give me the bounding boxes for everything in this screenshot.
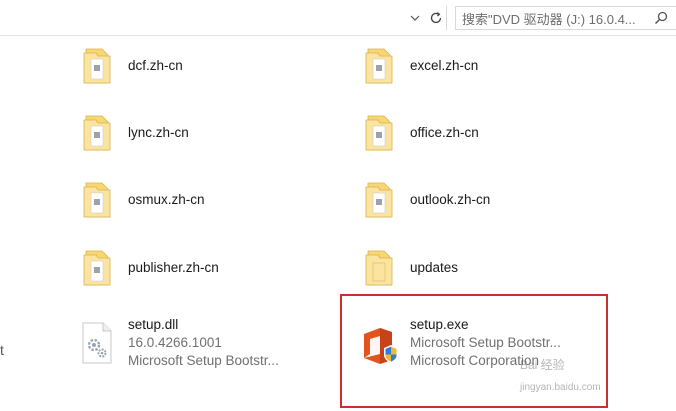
folder-icon [78,43,118,89]
item-description: Microsoft Setup Bootstr... [128,353,279,368]
search-placeholder: 搜索"DVD 驱动器 (J:) 16.0.4... [462,11,636,27]
navigation-pane-remnant: t [0,342,4,358]
item-name: osmux.zh-cn [128,192,205,207]
item-name: excel.zh-cn [410,58,479,73]
item-version: 16.0.4266.1001 [128,335,222,350]
folder-icon [360,43,400,89]
folder-item[interactable]: office.zh-cn [360,107,479,159]
folder-item[interactable]: osmux.zh-cn [78,174,205,226]
refresh-icon [430,12,441,24]
folder-item[interactable]: excel.zh-cn [360,40,478,92]
refresh-button[interactable] [425,6,447,30]
item-name: office.zh-cn [410,125,479,140]
folder-icon [360,245,400,291]
dll-file-icon [78,320,118,366]
address-history-dropdown[interactable] [406,8,424,28]
search-input[interactable]: 搜索"DVD 驱动器 (J:) 16.0.4... [455,6,676,30]
item-name: publisher.zh-cn [128,260,219,275]
item-name: setup.dll [128,317,179,332]
folder-item[interactable]: updates [360,242,458,294]
item-name: dcf.zh-cn [128,58,183,73]
folder-item[interactable]: publisher.zh-cn [78,242,219,294]
folder-item[interactable]: lync.zh-cn [78,107,189,159]
folder-item[interactable]: dcf.zh-cn [78,40,183,92]
folder-icon [78,245,118,291]
address-toolbar: 搜索"DVD 驱动器 (J:) 16.0.4... [0,0,676,36]
item-name: updates [410,260,459,275]
search-icon[interactable] [654,11,668,25]
chevron-down-icon [410,15,420,21]
folder-item[interactable]: outlook.zh-cn [360,174,490,226]
folder-icon [360,110,400,156]
item-name: outlook.zh-cn [410,192,491,207]
file-item-dll[interactable]: setup.dll 16.0.4266.1001 Microsoft Setup… [78,312,298,374]
folder-icon [360,177,400,223]
item-name: lync.zh-cn [128,125,189,140]
folder-icon [78,177,118,223]
folder-icon [78,110,118,156]
baidu-watermark-url: jingyan.baidu.com [520,382,601,393]
baidu-watermark: Bai 经验 [520,358,565,372]
